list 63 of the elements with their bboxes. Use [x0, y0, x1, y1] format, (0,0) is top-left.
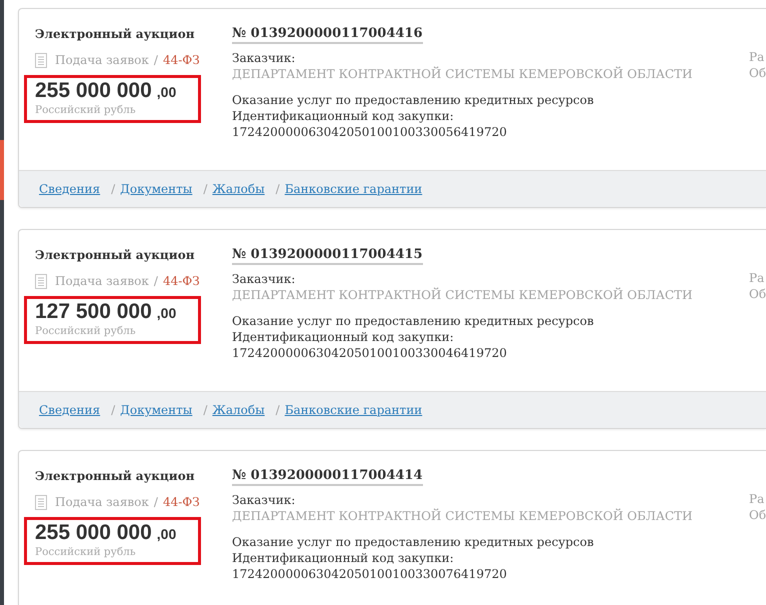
customer-name: ДЕПАРТАМЕНТ КОНТРАКТНОЙ СИСТЕМЫ КЕМЕРОВСКОЙ ОБЛАСТИ — [232, 66, 693, 82]
customer-label: Заказчик: — [232, 271, 296, 287]
purchase-description: Оказание услуг по предоставлению кредитных ресурсов — [232, 313, 594, 329]
tender-number-link[interactable]: № 0139200000117004416 — [232, 26, 423, 44]
document-icon — [35, 274, 47, 288]
tender-number-link[interactable]: № 0139200000117004414 — [232, 468, 423, 486]
procedure-type: Электронный аукцион — [35, 26, 194, 43]
purchase-description: Оказание услуг по предоставлению кредитных ресурсов — [232, 92, 594, 108]
footer-link[interactable]: Банковские гарантии — [284, 182, 422, 196]
purchase-code-label: Идентификационный код закупки: — [232, 108, 454, 124]
column-3-text: Ра — [749, 270, 766, 286]
separator: / — [203, 403, 208, 417]
column-3-text: Об — [749, 286, 766, 302]
stage-label: Подача заявок — [55, 274, 149, 288]
footer-link[interactable]: Сведения — [39, 182, 100, 196]
purchase-code: 172420000063042050100100330076419720 — [232, 566, 507, 582]
currency-label: Российский рубль — [35, 324, 137, 338]
purchase-code-label: Идентификационный код закупки: — [232, 550, 454, 566]
separator: / — [154, 495, 158, 509]
column-3-text: Ра — [749, 491, 766, 507]
purchase-code: 172420000063042050100100330056419720 — [232, 124, 507, 140]
separator: / — [154, 274, 158, 288]
sidebar-accent — [0, 140, 4, 200]
customer-name: ДЕПАРТАМЕНТ КОНТРАКТНОЙ СИСТЕМЫ КЕМЕРОВСКОЙ ОБЛАСТИ — [232, 287, 693, 303]
footer-link[interactable]: Сведения — [39, 403, 100, 417]
stage-label: Подача заявок — [55, 495, 149, 509]
separator: / — [111, 403, 116, 417]
stage-label: Подача заявок — [55, 53, 149, 67]
price-cents: ,00 — [156, 305, 176, 321]
separator: / — [276, 403, 280, 417]
separator: / — [276, 182, 280, 196]
footer-link[interactable]: Жалобы — [212, 403, 265, 417]
procedure-type: Электронный аукцион — [35, 247, 194, 264]
law-label: 44-ФЗ — [162, 274, 200, 288]
customer-label: Заказчик: — [232, 492, 296, 508]
separator: / — [203, 182, 208, 196]
column-3-text: Ра — [749, 49, 766, 65]
separator: / — [111, 182, 116, 196]
purchase-code: 172420000063042050100100330046419720 — [232, 345, 507, 361]
purchase-description: Оказание услуг по предоставлению кредитных ресурсов — [232, 534, 594, 550]
purchase-code-label: Идентификационный код закупки: — [232, 329, 454, 345]
footer-link[interactable]: Жалобы — [212, 182, 265, 196]
document-icon — [35, 494, 47, 510]
customer-name: ДЕПАРТАМЕНТ КОНТРАКТНОЙ СИСТЕМЫ КЕМЕРОВСКОЙ ОБЛАСТИ — [232, 508, 693, 524]
separator: / — [154, 53, 158, 67]
column-3-text: Об — [749, 65, 766, 81]
currency-label: Российский рубль — [35, 545, 137, 559]
tender-number-link[interactable]: № 0139200000117004415 — [232, 247, 423, 265]
footer-link[interactable]: Документы — [120, 182, 192, 196]
law-label: 44-ФЗ — [162, 53, 200, 67]
currency-label: Российский рубль — [35, 103, 137, 117]
footer-link[interactable]: Документы — [120, 403, 192, 417]
column-3-text: Об — [749, 507, 766, 523]
price-amount: 255 000 000 — [35, 79, 152, 103]
document-icon — [35, 52, 47, 68]
footer-link[interactable]: Банковские гарантии — [284, 403, 422, 417]
price-amount: 127 500 000 — [35, 300, 152, 324]
customer-label: Заказчик: — [232, 50, 296, 66]
law-label: 44-ФЗ — [162, 495, 200, 509]
price-amount: 255 000 000 — [35, 521, 152, 545]
price-cents: ,00 — [156, 526, 176, 542]
price-cents: ,00 — [156, 84, 176, 100]
procedure-type: Электронный аукцион — [35, 468, 194, 485]
